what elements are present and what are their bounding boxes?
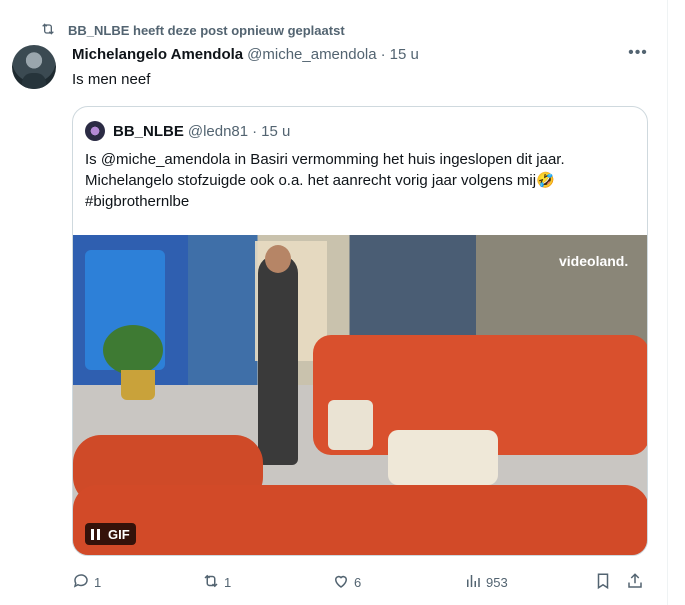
reply-icon xyxy=(72,572,90,593)
reply-count: 1 xyxy=(94,574,102,590)
repost-count: 1 xyxy=(224,574,232,590)
more-options-button[interactable]: ••• xyxy=(628,44,648,66)
post-time[interactable]: 15 u xyxy=(390,46,419,63)
like-button[interactable]: 6 xyxy=(332,570,361,594)
media-scene-sofa xyxy=(73,485,647,555)
quoted-post-text: Is @miche_amendola in Basiri vermomming … xyxy=(85,149,637,212)
media-scene-plant xyxy=(103,325,163,375)
videoland-watermark: videoland. xyxy=(559,253,629,269)
media-scene-table xyxy=(388,430,498,485)
action-bar: 1 1 6 953 xyxy=(72,570,648,594)
post-text: Is men neef xyxy=(72,71,151,88)
share-icon xyxy=(626,572,644,593)
quoted-post-time: 15 u xyxy=(261,122,291,140)
share-button[interactable] xyxy=(626,570,644,594)
repost-button[interactable]: 1 xyxy=(202,570,231,594)
repost-icon xyxy=(202,572,220,593)
quoted-text-line-3: #bigbrothernlbe xyxy=(85,193,190,210)
repost-icon xyxy=(40,21,56,40)
gif-media[interactable]: videoland. GIF xyxy=(73,235,647,555)
gif-pause-button[interactable]: GIF xyxy=(85,523,136,545)
like-count: 6 xyxy=(354,574,362,590)
repost-context[interactable]: BB_NLBE heeft deze post opnieuw geplaats… xyxy=(40,20,345,40)
quoted-author-handle: @ledn81 xyxy=(187,122,249,140)
media-scene-person xyxy=(258,255,298,465)
media-scene-person-head xyxy=(265,245,291,273)
views-icon xyxy=(464,572,482,593)
quoted-post-header: BB_NLBE @ledn81 · 15 u xyxy=(85,121,290,141)
author-handle[interactable]: @miche_amendola xyxy=(247,46,376,63)
media-scene-pot xyxy=(121,370,155,400)
quoted-text-line-1: Is @miche_amendola in Basiri vermomming … xyxy=(85,151,565,168)
quoted-text-line-2: Michelangelo stofzuigde ook o.a. het aan… xyxy=(85,172,555,189)
avatar[interactable] xyxy=(12,45,56,89)
quoted-post[interactable]: BB_NLBE @ledn81 · 15 u Is @miche_amendol… xyxy=(72,106,648,556)
pause-icon xyxy=(91,528,100,540)
more-icon: ••• xyxy=(628,44,648,61)
quoted-avatar xyxy=(85,121,105,141)
views-button[interactable]: 953 xyxy=(464,570,508,594)
post-header: Michelangelo Amendola @miche_amendola · … xyxy=(72,46,419,66)
repost-label: BB_NLBE heeft deze post opnieuw geplaats… xyxy=(68,22,345,38)
like-icon xyxy=(332,572,350,593)
quoted-separator: · xyxy=(252,122,258,140)
quoted-author-name: BB_NLBE xyxy=(113,122,184,140)
separator: · xyxy=(380,46,386,63)
reply-button[interactable]: 1 xyxy=(72,570,101,594)
bookmark-button[interactable] xyxy=(594,570,612,594)
author-name[interactable]: Michelangelo Amendola xyxy=(72,46,243,63)
media-scene-table xyxy=(328,400,373,450)
views-count: 953 xyxy=(486,574,508,590)
gif-label: GIF xyxy=(108,526,130,542)
bookmark-icon xyxy=(594,572,612,593)
column-divider xyxy=(667,0,668,605)
